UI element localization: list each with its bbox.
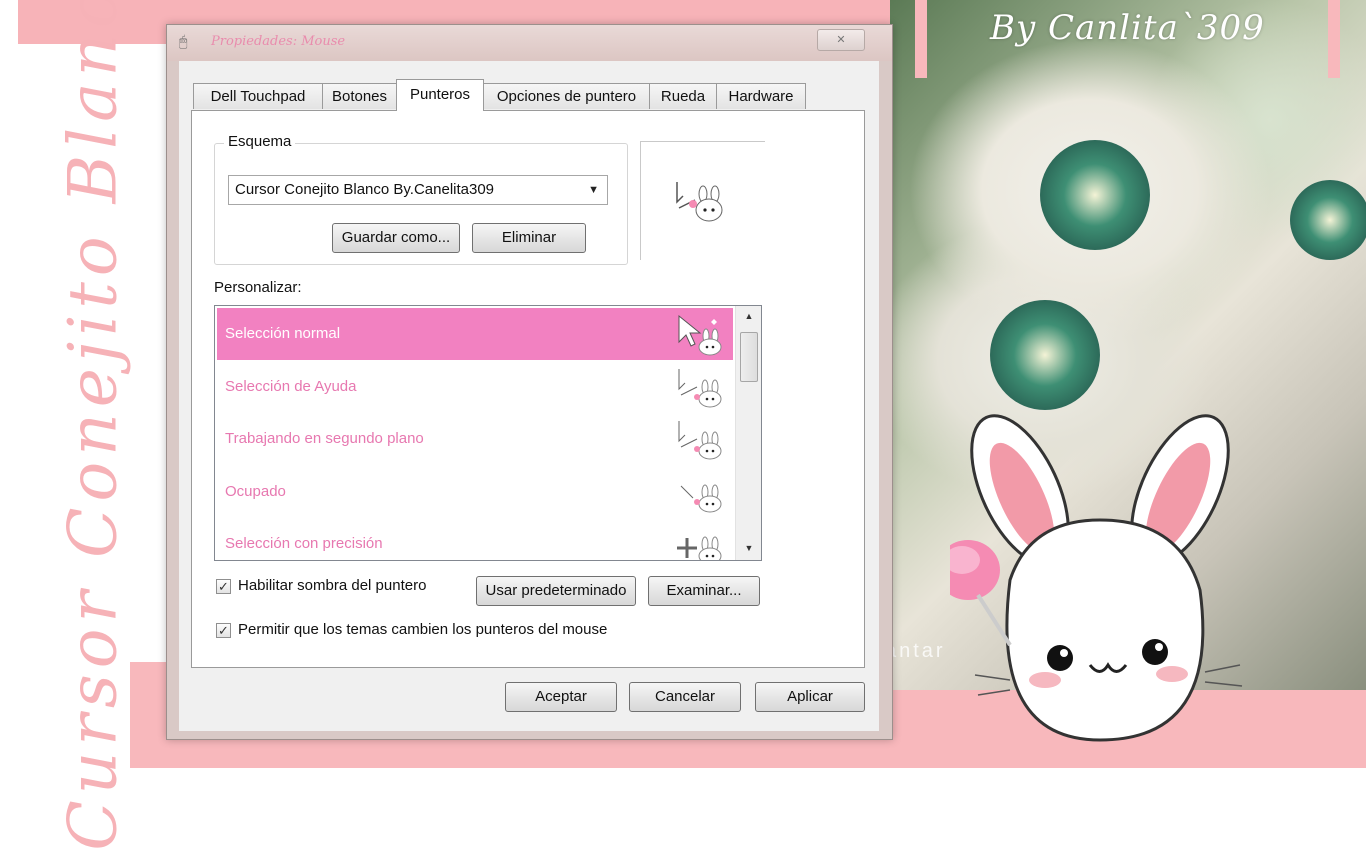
list-scrollbar[interactable]: ▲ ▼ bbox=[735, 306, 761, 560]
browse-button[interactable]: Examinar... bbox=[648, 576, 760, 606]
normal-select-cursor-icon bbox=[678, 314, 722, 356]
list-item[interactable]: Selección con precisión bbox=[217, 518, 733, 560]
window-title: Propiedades: Mouse bbox=[211, 34, 346, 49]
flower-center bbox=[990, 300, 1100, 410]
side-title-text: Cursor Conejito Blanco bbox=[54, 0, 132, 851]
precision-select-cursor-icon bbox=[677, 536, 722, 560]
cancel-button[interactable]: Cancelar bbox=[629, 682, 741, 712]
tab-punteros[interactable]: Punteros bbox=[396, 79, 484, 111]
list-item-label: Ocupado bbox=[225, 483, 286, 500]
delete-scheme-button[interactable]: Eliminar bbox=[472, 223, 586, 253]
use-default-button[interactable]: Usar predeterminado bbox=[476, 576, 636, 606]
mouse-properties-dialog: 🖱 Propiedades: Mouse ✕ Dell Touchpad Bot… bbox=[166, 24, 893, 740]
apply-button[interactable]: Aplicar bbox=[755, 682, 865, 712]
bunny-illustration bbox=[950, 414, 1243, 742]
themes-checkbox[interactable]: ✓ bbox=[216, 623, 231, 638]
help-select-cursor-icon bbox=[678, 369, 722, 408]
tab-rueda[interactable]: Rueda bbox=[649, 83, 717, 109]
scroll-thumb[interactable] bbox=[740, 332, 758, 382]
mouse-icon: 🖱 bbox=[179, 33, 188, 49]
list-item[interactable]: Selección de Ayuda bbox=[217, 361, 733, 413]
scheme-dropdown[interactable]: Cursor Conejito Blanco By.Canelita309 ▼ bbox=[228, 175, 608, 205]
list-item-label: Selección de Ayuda bbox=[225, 378, 357, 395]
close-button[interactable]: ✕ bbox=[817, 29, 865, 51]
list-item[interactable]: Trabajando en segundo plano bbox=[217, 413, 733, 465]
scheme-group-label: Esquema bbox=[224, 133, 296, 150]
scheme-dropdown-value: Cursor Conejito Blanco By.Canelita309 bbox=[235, 181, 495, 198]
title-bar[interactable]: 🖱 Propiedades: Mouse ✕ bbox=[167, 25, 892, 61]
chevron-down-icon: ▼ bbox=[588, 184, 599, 196]
shadow-label: Habilitar sombra del puntero bbox=[238, 577, 427, 594]
scroll-up-arrow-icon[interactable]: ▲ bbox=[736, 306, 761, 326]
side-title: Cursor Conejito Blanco bbox=[38, 0, 148, 851]
cursor-preview bbox=[640, 141, 765, 260]
punteros-panel: Esquema Cursor Conejito Blanco By.Caneli… bbox=[191, 110, 865, 668]
list-item-label: Selección normal bbox=[225, 325, 341, 342]
list-item[interactable]: Ocupado bbox=[217, 466, 733, 518]
bunny-cursor-preview-icon bbox=[676, 182, 723, 222]
close-icon: ✕ bbox=[836, 34, 846, 46]
flower-center bbox=[1290, 180, 1366, 260]
list-item[interactable]: Selección normal bbox=[217, 308, 733, 360]
tab-dell-touchpad[interactable]: Dell Touchpad bbox=[193, 83, 323, 109]
tab-hardware[interactable]: Hardware bbox=[716, 83, 806, 109]
ok-button[interactable]: Aceptar bbox=[505, 682, 617, 712]
watermark-text: antar bbox=[885, 640, 946, 662]
shadow-checkbox[interactable]: ✓ bbox=[216, 579, 231, 594]
tab-botones[interactable]: Botones bbox=[322, 83, 397, 109]
save-as-button[interactable]: Guardar como... bbox=[332, 223, 460, 253]
list-item-label: Selección con precisión bbox=[225, 535, 383, 552]
scroll-down-arrow-icon[interactable]: ▼ bbox=[736, 538, 761, 558]
list-item-label: Trabajando en segundo plano bbox=[225, 430, 424, 447]
flower-center bbox=[1040, 140, 1150, 250]
themes-label: Permitir que los temas cambien los punte… bbox=[238, 621, 608, 638]
tab-opciones-de-puntero[interactable]: Opciones de puntero bbox=[483, 83, 650, 109]
busy-cursor-icon bbox=[680, 484, 722, 513]
working-in-background-cursor-icon bbox=[678, 421, 722, 460]
cursor-list[interactable]: Selección normal Selección de Ayuda Trab… bbox=[214, 305, 762, 561]
byline: By Canlita`309 bbox=[990, 8, 1265, 48]
dialog-client: Dell Touchpad Botones Punteros Opciones … bbox=[179, 61, 879, 731]
customize-label: Personalizar: bbox=[214, 279, 302, 296]
